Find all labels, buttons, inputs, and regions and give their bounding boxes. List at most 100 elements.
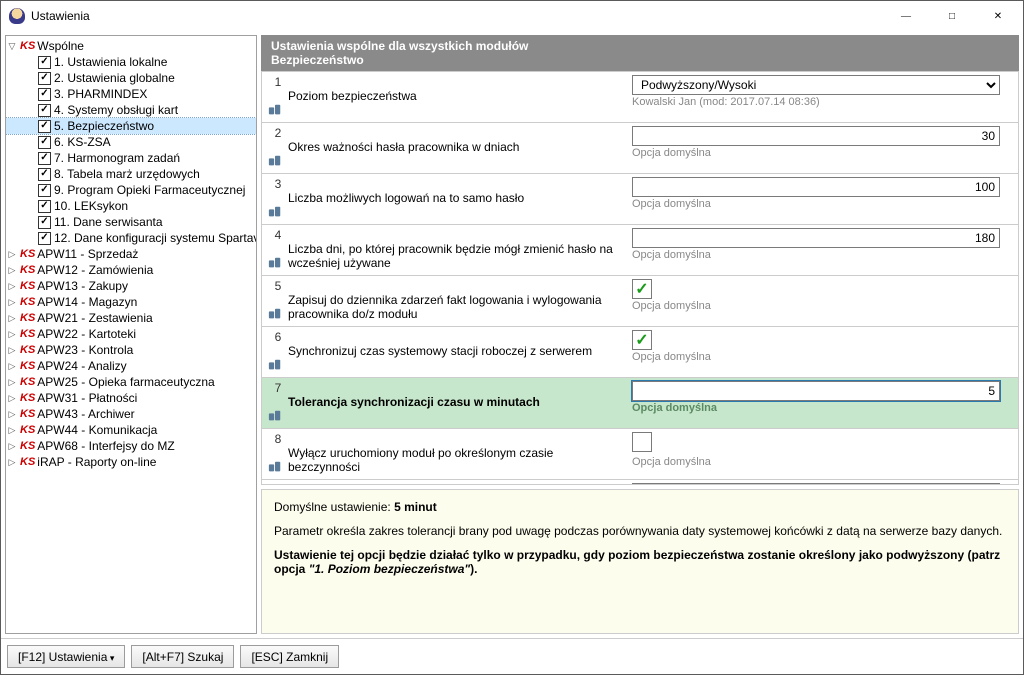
tree-module-10[interactable]: KS APW43 - Archiwer [6, 406, 256, 422]
chevron-right-icon[interactable] [6, 344, 18, 356]
chevron-right-icon[interactable] [6, 456, 18, 468]
tree-item-2[interactable]: 3. PHARMINDEX [6, 86, 256, 102]
chevron-right-icon[interactable] [6, 392, 18, 404]
minimize-button[interactable]: — [883, 1, 929, 31]
chevron-right-icon[interactable] [6, 280, 18, 292]
checkbox-icon[interactable] [38, 184, 51, 197]
setting-row-4[interactable]: 4 Liczba dni, po której pracownik będzie… [262, 225, 1018, 276]
checkbox-icon[interactable] [38, 232, 51, 245]
checkbox-icon[interactable] [38, 168, 51, 181]
chevron-right-icon[interactable] [6, 328, 18, 340]
checkbox-icon[interactable] [38, 56, 51, 69]
tree-item-10[interactable]: 11. Dane serwisanta [6, 214, 256, 230]
chevron-down-icon[interactable] [6, 40, 18, 52]
chevron-right-icon[interactable] [6, 312, 18, 324]
tree-module-8[interactable]: KS APW25 - Opieka farmaceutyczna [6, 374, 256, 390]
tree-module-3[interactable]: KS APW14 - Magazyn [6, 294, 256, 310]
chevron-right-icon[interactable] [6, 440, 18, 452]
setting-checkbox-8[interactable] [632, 432, 652, 452]
checkbox-icon[interactable] [38, 152, 51, 165]
setting-number: 6 [268, 330, 288, 344]
tree-module-label: APW23 - Kontrola [37, 342, 133, 358]
checkbox-icon[interactable] [38, 104, 51, 117]
setting-row-8[interactable]: 8 Wyłącz uruchomiony moduł po określonym… [262, 429, 1018, 480]
setting-hint: Opcja domyślna [632, 300, 1000, 312]
ks-icon: KS [20, 38, 35, 54]
setting-input-9[interactable] [632, 483, 1000, 485]
setting-row-5[interactable]: 5 Zapisuj do dziennika zdarzeń fakt logo… [262, 276, 1018, 327]
tree-module-11[interactable]: KS APW44 - Komunikacja [6, 422, 256, 438]
search-button[interactable]: [Alt+F7] Szukaj [131, 645, 234, 668]
tree-module-9[interactable]: KS APW31 - Płatności [6, 390, 256, 406]
setting-checkbox-5[interactable] [632, 279, 652, 299]
tree-item-label: 6. KS-ZSA [54, 134, 111, 150]
tree-module-5[interactable]: KS APW22 - Kartoteki [6, 326, 256, 342]
checkbox-icon[interactable] [38, 216, 51, 229]
tree-item-4[interactable]: 5. Bezpieczeństwo [6, 118, 256, 134]
tree-module-12[interactable]: KS APW68 - Interfejsy do MZ [6, 438, 256, 454]
tree-item-6[interactable]: 7. Harmonogram zadań [6, 150, 256, 166]
tree-module-6[interactable]: KS APW23 - Kontrola [6, 342, 256, 358]
tree-module-label: APW44 - Komunikacja [37, 422, 157, 438]
tree-module-2[interactable]: KS APW13 - Zakupy [6, 278, 256, 294]
ks-icon: KS [20, 246, 35, 262]
tree-module-4[interactable]: KS APW21 - Zestawienia [6, 310, 256, 326]
tree-module-label: APW24 - Analizy [37, 358, 126, 374]
setting-row-7[interactable]: 7 Tolerancja synchronizacji czasu w minu… [262, 378, 1018, 429]
tree-module-7[interactable]: KS APW24 - Analizy [6, 358, 256, 374]
setting-select-1[interactable]: Podwyższony/Wysoki [632, 75, 1000, 95]
chevron-right-icon[interactable] [6, 264, 18, 276]
tree-item-1[interactable]: 2. Ustawienia globalne [6, 70, 256, 86]
setting-row-1[interactable]: 1 Poziom bezpieczeństwa Podwyższony/Wyso… [262, 72, 1018, 123]
tree-item-label: 11. Dane serwisanta [54, 214, 163, 230]
tree-item-3[interactable]: 4. Systemy obsługi kart [6, 102, 256, 118]
checkbox-icon[interactable] [38, 200, 51, 213]
description-panel: Domyślne ustawienie: 5 minut Parametr ok… [261, 489, 1019, 634]
setting-input-3[interactable] [632, 177, 1000, 197]
close-footer-button[interactable]: [ESC] Zamknij [240, 645, 339, 668]
tree-item-11[interactable]: 12. Dane konfiguracji systemu Spartavity [6, 230, 256, 246]
setting-row-6[interactable]: 6 Synchronizuj czas systemowy stacji rob… [262, 327, 1018, 378]
nav-tree[interactable]: KS Wspólne 1. Ustawienia lokalne 2. Usta… [5, 35, 257, 634]
tree-item-label: 3. PHARMINDEX [54, 86, 147, 102]
tree-item-0[interactable]: 1. Ustawienia lokalne [6, 54, 256, 70]
setting-row-2[interactable]: 2 Okres ważności hasła pracownika w dnia… [262, 123, 1018, 174]
setting-icon [268, 154, 284, 170]
chevron-right-icon[interactable] [6, 424, 18, 436]
chevron-right-icon[interactable] [6, 376, 18, 388]
chevron-right-icon[interactable] [6, 248, 18, 260]
setting-hint: Opcja domyślna [632, 147, 1000, 159]
setting-input-4[interactable] [632, 228, 1000, 248]
tree-module-0[interactable]: KS APW11 - Sprzedaż [6, 246, 256, 262]
checkbox-icon[interactable] [38, 88, 51, 101]
setting-label: Poziom bezpieczeństwa [288, 75, 427, 119]
tree-item-9[interactable]: 10. LEKsykon [6, 198, 256, 214]
close-button[interactable]: ✕ [975, 1, 1021, 31]
default-value: 5 minut [394, 500, 437, 514]
setting-input-2[interactable] [632, 126, 1000, 146]
tree-module-label: APW14 - Magazyn [37, 294, 137, 310]
setting-row-9[interactable]: 9 Czas bezczynności po jakim nastąpi zam… [262, 480, 1018, 485]
checkbox-icon[interactable] [38, 72, 51, 85]
chevron-right-icon[interactable] [6, 408, 18, 420]
maximize-button[interactable]: □ [929, 1, 975, 31]
ks-icon: KS [20, 294, 35, 310]
settings-button[interactable]: [F12] Ustawienia [7, 645, 125, 668]
tree-module-1[interactable]: KS APW12 - Zamówienia [6, 262, 256, 278]
settings-list[interactable]: 1 Poziom bezpieczeństwa Podwyższony/Wyso… [261, 71, 1019, 485]
ks-icon: KS [20, 326, 35, 342]
tree-module-13[interactable]: KS iRAP - Raporty on-line [6, 454, 256, 470]
tree-item-label: 10. LEKsykon [54, 198, 128, 214]
chevron-right-icon[interactable] [6, 296, 18, 308]
tree-item-7[interactable]: 8. Tabela marż urzędowych [6, 166, 256, 182]
chevron-right-icon[interactable] [6, 360, 18, 372]
setting-row-3[interactable]: 3 Liczba możliwych logowań na to samo ha… [262, 174, 1018, 225]
tree-item-label: 9. Program Opieki Farmaceutycznej [54, 182, 245, 198]
checkbox-icon[interactable] [38, 136, 51, 149]
tree-root[interactable]: KS Wspólne [6, 38, 256, 54]
setting-checkbox-6[interactable] [632, 330, 652, 350]
tree-item-8[interactable]: 9. Program Opieki Farmaceutycznej [6, 182, 256, 198]
checkbox-icon[interactable] [38, 120, 51, 133]
tree-item-5[interactable]: 6. KS-ZSA [6, 134, 256, 150]
setting-input-7[interactable] [632, 381, 1000, 401]
